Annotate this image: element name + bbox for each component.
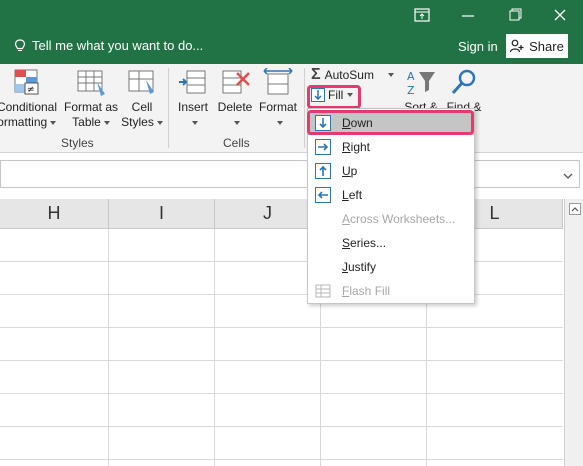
sort-filter-icon: AZ: [405, 68, 437, 98]
cell-styles-label-2: Styles: [121, 115, 154, 129]
delete-label: Delete: [217, 100, 253, 114]
arrow-right-icon: [315, 139, 331, 155]
delete-cells-icon: [219, 68, 251, 98]
cell-styles-button[interactable]: Cell Styles: [120, 68, 164, 130]
flash-fill-item: Flash Fill: [308, 279, 474, 303]
fill-dropdown-menu: Down Right Up Left Across Worksheets... …: [307, 108, 475, 304]
insert-cells-icon: [177, 68, 209, 98]
fill-down-highlight: [307, 110, 474, 135]
insert-button[interactable]: Insert: [173, 68, 213, 130]
ribbon-display-options-icon[interactable]: [414, 8, 434, 24]
expand-formula-bar-icon[interactable]: [563, 169, 573, 183]
close-icon[interactable]: [552, 8, 572, 24]
format-as-table-button[interactable]: Format as Table: [62, 68, 120, 130]
fill-right-accel: R: [342, 140, 351, 154]
fill-across-label: cross Worksheets...: [350, 212, 456, 226]
formula-bar[interactable]: [0, 160, 580, 188]
title-bar: Tell me what you want to do... Sign in S…: [0, 0, 583, 64]
fill-series-item[interactable]: Series...: [308, 231, 474, 255]
group-separator: [304, 68, 305, 148]
group-separator: [168, 68, 169, 148]
share-button[interactable]: Share: [506, 34, 568, 58]
fill-left-accel: L: [342, 188, 349, 202]
svg-text:A: A: [407, 70, 415, 83]
restore-icon[interactable]: [507, 8, 527, 24]
fill-series-accel: S: [342, 236, 351, 250]
column-header-h[interactable]: H: [0, 199, 109, 229]
fill-button-highlight: [307, 85, 361, 109]
format-button[interactable]: Format: [256, 67, 300, 130]
arrow-left-icon: [315, 187, 331, 203]
person-add-icon: [510, 39, 524, 53]
fill-right-label: ight: [350, 140, 371, 154]
fill-across-accel: A: [342, 212, 351, 226]
delete-button[interactable]: Delete: [214, 68, 256, 130]
fill-justify-item[interactable]: Justify: [308, 255, 474, 279]
insert-label: Insert: [177, 100, 208, 114]
flash-fill-label: lash Fill: [349, 284, 391, 298]
cells-group-label: Cells: [223, 136, 250, 150]
vertical-scrollbar[interactable]: [564, 199, 583, 466]
cell-styles-icon: [126, 68, 158, 98]
format-as-table-label-1: Format as: [63, 100, 118, 114]
column-header-j[interactable]: J: [215, 199, 321, 229]
conditional-formatting-label-2: Formatting: [0, 115, 48, 129]
fill-left-label: eft: [348, 188, 363, 202]
svg-text:≠: ≠: [27, 85, 35, 95]
format-cells-icon: [262, 67, 294, 98]
tell-me-text: Tell me what you want to do...: [32, 38, 204, 53]
conditional-formatting-button[interactable]: ≠ Conditional Formatting: [0, 68, 58, 130]
lightbulb-icon: [14, 38, 26, 51]
column-header-i[interactable]: I: [109, 199, 215, 229]
conditional-formatting-label-1: Conditional: [0, 100, 58, 114]
fill-right-item[interactable]: Right: [308, 135, 474, 159]
ribbon: ≠ Conditional Formatting Format as Table…: [0, 64, 583, 153]
worksheet-grid[interactable]: [0, 229, 563, 466]
flash-fill-icon: [315, 284, 331, 298]
magnifier-icon: [448, 68, 480, 98]
autosum-label: AutoSum: [324, 68, 374, 82]
fill-left-item[interactable]: Left: [308, 183, 474, 207]
scroll-up-arrow-icon[interactable]: [569, 203, 581, 215]
svg-text:Z: Z: [407, 84, 415, 97]
sign-in-link[interactable]: Sign in: [458, 39, 498, 54]
format-as-table-label-2: Table: [72, 115, 101, 129]
cell-styles-label-1: Cell: [131, 100, 153, 114]
fill-up-label: p: [350, 164, 358, 178]
format-as-table-icon: [75, 68, 107, 98]
fill-up-accel: U: [342, 164, 351, 178]
sigma-icon: Σ: [311, 66, 321, 83]
minimize-icon[interactable]: [460, 8, 480, 24]
autosum-button[interactable]: Σ AutoSum: [311, 66, 394, 84]
fill-across-worksheets-item: Across Worksheets...: [308, 207, 474, 231]
styles-group-label: Styles: [61, 136, 94, 150]
fill-justify-label: ustify: [348, 260, 377, 274]
conditional-formatting-icon: ≠: [11, 68, 43, 98]
share-label: Share: [529, 38, 564, 54]
fill-up-item[interactable]: Up: [308, 159, 474, 183]
fill-series-label: eries...: [350, 236, 387, 250]
arrow-up-icon: [315, 163, 331, 179]
tell-me-search[interactable]: Tell me what you want to do...: [14, 38, 203, 53]
format-label: Format: [258, 100, 297, 114]
